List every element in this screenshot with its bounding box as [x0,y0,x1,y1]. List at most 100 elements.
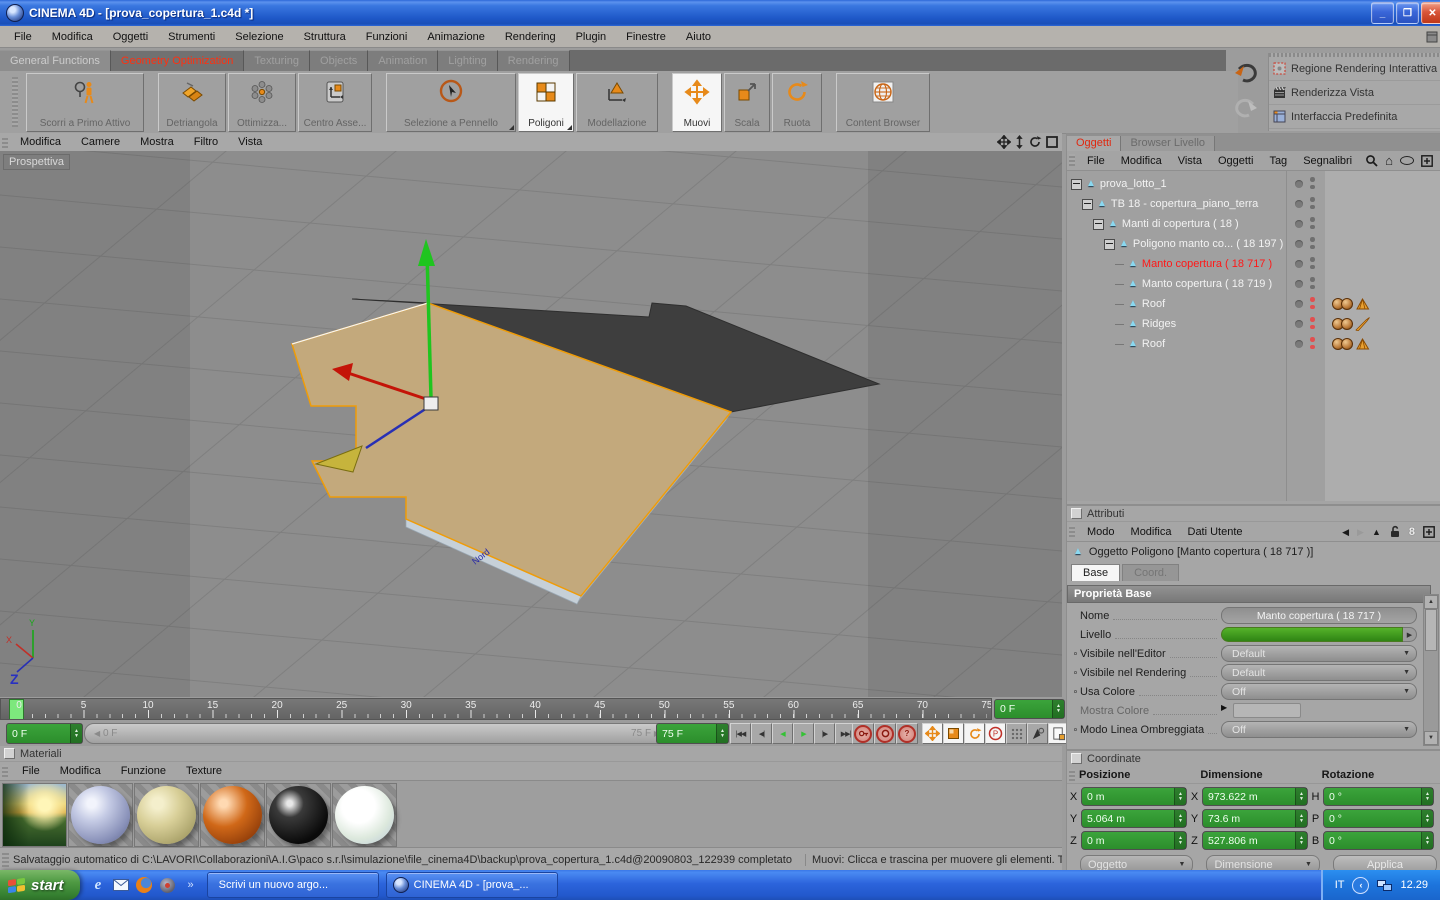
viewport-menu-mostra[interactable]: Mostra [130,134,184,150]
record-help-button[interactable]: ? [896,723,918,744]
menu-animazione[interactable]: Animazione [417,29,494,45]
materials-menu-modifica[interactable]: Modifica [50,763,111,779]
layer-dot[interactable] [1295,320,1303,328]
hide-icons-icon[interactable]: ‹ [1352,876,1370,894]
visibility-dots[interactable] [1310,257,1315,269]
tool-scorri-a-primo-attivo[interactable]: Scorri a Primo Attivo [26,72,144,132]
palette-tab-texturing[interactable]: Texturing [244,50,311,71]
command-regione-rendering-interattiva[interactable]: Regione Rendering Interattiva [1269,57,1440,81]
livello-bar[interactable]: ▶ [1221,627,1417,642]
object-tags[interactable] [1332,317,1370,331]
coord-z-0-m[interactable]: 0 m ▲ ▼ [1081,831,1187,850]
coord-b-0[interactable]: 0 ° ▲ ▼ [1323,831,1434,850]
add-panel-icon[interactable] [1423,525,1435,538]
scroll-up-icon[interactable]: ▲ [1424,595,1438,609]
om-menu-vista[interactable]: Vista [1170,154,1210,168]
panel-pin-box[interactable] [4,748,15,759]
attr-tab-base[interactable]: Base [1071,564,1121,581]
viewport-menu-modifica[interactable]: Modifica [10,134,71,150]
visibility-dots[interactable] [1310,177,1315,189]
viewport-menu-camere[interactable]: Camere [71,134,130,150]
tree-item-tb-18-copertura-piano-terra[interactable]: ▲ TB 18 - copertura_piano_terra [1067,194,1440,214]
om-tab-oggetti[interactable]: Oggetti [1067,136,1122,151]
tool-detriangola[interactable]: Detriangola [158,72,226,132]
layer-dot[interactable] [1295,300,1303,308]
coord-p-0[interactable]: 0 ° ▲ ▼ [1323,809,1434,828]
tree-item-roof[interactable]: ▲ Roof [1067,334,1440,354]
viewport[interactable]: Modifica Camere Mostra Filtro Vista Prospett… [0,133,1062,697]
eye-icon[interactable] [1400,156,1414,165]
layer-dot[interactable] [1295,280,1303,288]
attr-menu-modo[interactable]: Modo [1079,525,1123,539]
tool-selezione-a-pennello[interactable]: Selezione a Pennello [386,72,516,132]
goto-start-button[interactable]: |◀◀ [730,723,751,744]
window-gadget-icon[interactable] [1426,31,1438,43]
language-indicator[interactable]: IT [1335,879,1345,891]
scroll-down-icon[interactable]: ▼ [1424,731,1438,745]
om-menu-segnalibri[interactable]: Segnalibri [1295,154,1360,168]
firefox-icon[interactable] [136,877,153,894]
add-panel-icon[interactable] [1421,154,1433,167]
record-scale-toggle[interactable] [943,723,964,744]
panel-pin-box[interactable] [1071,753,1082,764]
back-icon[interactable]: ◀ [1342,526,1349,538]
record-position-toggle[interactable] [922,723,943,744]
palette-tab-animation[interactable]: Animation [368,50,439,71]
layer-dot[interactable] [1295,180,1303,188]
attr-menu-dati-utente[interactable]: Dati Utente [1180,525,1251,539]
link-icon[interactable]: 8 [1409,526,1415,538]
attributes-scrollbar[interactable]: ▲ ▼ [1423,594,1439,746]
collapse-icon[interactable] [1104,238,1115,250]
tree-item-poligono-manto-co-18-197[interactable]: ▲ Poligono manto co... ( 18 197 ) [1067,234,1440,254]
layer-dot[interactable] [1295,340,1303,348]
record-points-toggle[interactable] [1006,723,1027,744]
task-scrivi-un-nuovo-argo[interactable]: Scrivi un nuovo argo... [206,872,379,898]
om-menu-file[interactable]: File [1079,154,1113,168]
material-tag-icon[interactable] [1341,298,1353,310]
play-backward-button[interactable]: ◀ [772,723,793,744]
home-icon[interactable]: ⌂ [1385,154,1393,168]
modo-linea-ombreggiata-dropdown[interactable]: Off ▼ [1221,721,1417,738]
materials-menu-texture[interactable]: Texture [176,763,232,779]
menu-finestre[interactable]: Finestre [616,29,676,45]
coord-h-0[interactable]: 0 ° ▲ ▼ [1323,787,1434,806]
viewport-camera-label[interactable]: Prospettiva [3,154,71,170]
command-renderizza-vista[interactable]: Renderizza Vista [1269,81,1440,105]
visibility-dots[interactable] [1310,317,1315,329]
visibility-dots[interactable] [1310,297,1315,309]
usa-colore-dropdown[interactable]: Off ▼ [1221,683,1417,700]
collapse-icon[interactable] [1093,218,1104,230]
om-menu-tag[interactable]: Tag [1261,154,1295,168]
next-frame-button[interactable]: |▶ [814,723,835,744]
tree-item-roof[interactable]: ▲ Roof [1067,294,1440,314]
layer-dot[interactable] [1295,240,1303,248]
rotate-icon[interactable] [1028,135,1042,149]
menu-file[interactable]: File [4,29,42,45]
undo-icon[interactable] [1229,55,1263,90]
redo-icon[interactable] [1229,90,1263,125]
material-black-sphere[interactable] [266,783,331,847]
material-white-sphere[interactable] [332,783,397,847]
viewport-menu-filtro[interactable]: Filtro [184,134,228,150]
lock-icon[interactable] [1389,525,1401,538]
palette-tab-geometry-optimization[interactable]: Geometry Optimization [110,50,245,71]
visibility-dots[interactable] [1310,197,1315,209]
layer-dot[interactable] [1295,260,1303,268]
start-button[interactable]: start [0,870,80,900]
section-header[interactable]: Proprietà Base [1067,585,1431,603]
network-icon[interactable] [1377,879,1393,892]
record-objects-button[interactable] [874,723,896,744]
coord-x-0-m[interactable]: 0 m ▲ ▼ [1081,787,1187,806]
task-cinema-4d-prova[interactable]: CINEMA 4D - [prova_... [385,872,558,898]
close-button[interactable]: ✕ [1421,2,1440,24]
tool-muovi[interactable]: Muovi [672,72,722,132]
material-tag-icon[interactable] [1341,318,1353,330]
material-yellow-sphere[interactable] [134,783,199,847]
layer-dot[interactable] [1295,220,1303,228]
materials-menu-file[interactable]: File [12,763,50,779]
coord-x-973-622-m[interactable]: 973.622 m ▲ ▼ [1202,787,1308,806]
command-interfaccia-predefinita[interactable]: Interfaccia Predefinita [1269,105,1440,129]
menu-oggetti[interactable]: Oggetti [103,29,158,45]
tool-scala[interactable]: Scala [724,72,770,132]
object-tags[interactable] [1332,337,1370,351]
